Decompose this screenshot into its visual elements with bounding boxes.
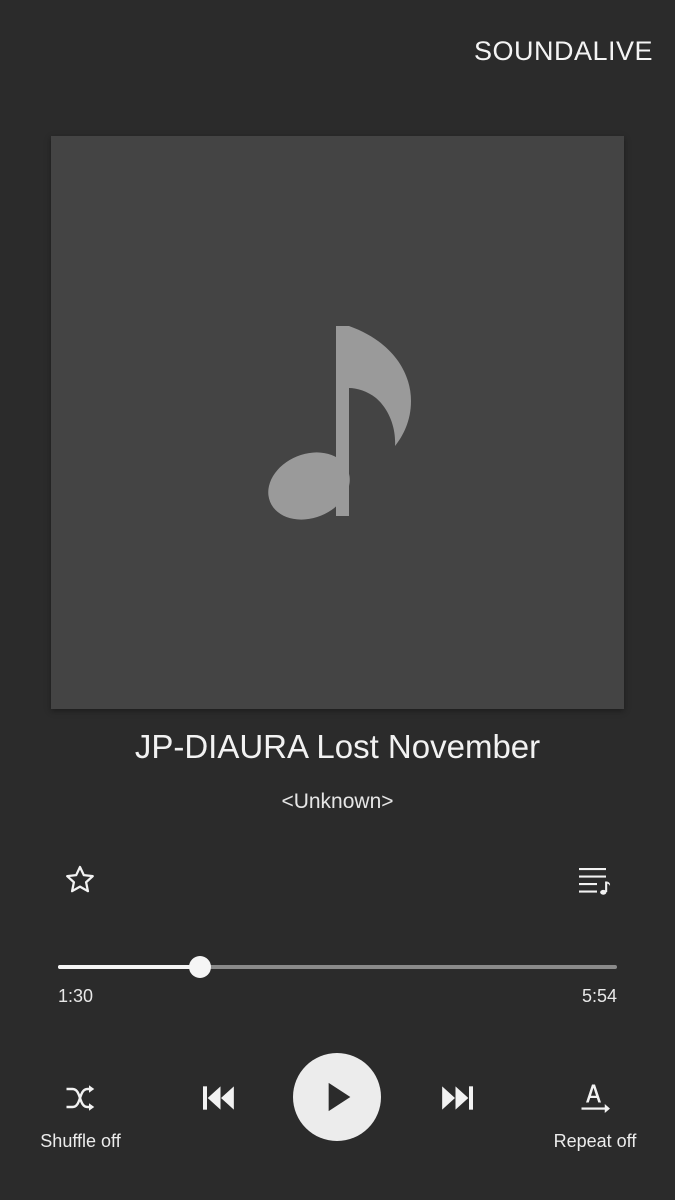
shuffle-button[interactable] bbox=[56, 1074, 104, 1122]
seek-thumb[interactable] bbox=[188, 956, 211, 978]
soundalive-button[interactable]: SOUNDALIVE bbox=[474, 36, 653, 67]
previous-button[interactable] bbox=[193, 1073, 243, 1123]
music-note-icon bbox=[268, 326, 411, 520]
repeat-off-icon bbox=[581, 1084, 610, 1113]
next-button[interactable] bbox=[433, 1073, 483, 1123]
skip-previous-icon bbox=[203, 1086, 234, 1110]
total-time: 5:54 bbox=[581, 986, 617, 1006]
repeat-button[interactable] bbox=[571, 1074, 619, 1122]
playlist-music-icon bbox=[579, 868, 611, 895]
elapsed-time: 1:30 bbox=[58, 986, 94, 1006]
track-artist: <Unknown> bbox=[281, 790, 394, 813]
seek-progress bbox=[58, 965, 200, 969]
seek-bar[interactable] bbox=[58, 955, 617, 979]
shuffle-icon bbox=[66, 1085, 95, 1111]
repeat-label: Repeat off bbox=[553, 1131, 637, 1151]
playlist-button[interactable] bbox=[570, 856, 618, 904]
track-title: JP-DIAURA Lost November bbox=[134, 728, 541, 765]
album-art bbox=[51, 136, 624, 709]
play-icon bbox=[328, 1082, 351, 1112]
play-button[interactable] bbox=[293, 1053, 381, 1141]
favorite-button[interactable] bbox=[56, 856, 104, 904]
skip-next-icon bbox=[442, 1086, 473, 1110]
star-outline-icon bbox=[66, 865, 94, 893]
shuffle-label: Shuffle off bbox=[40, 1131, 121, 1151]
